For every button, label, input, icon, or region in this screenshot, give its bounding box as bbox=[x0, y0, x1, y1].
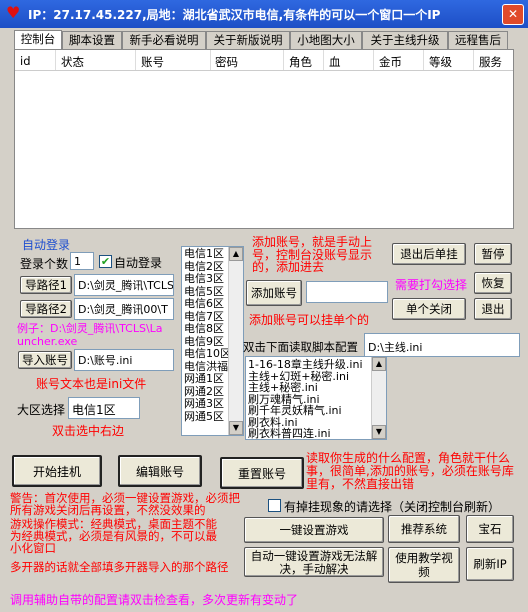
read-config-note: 双击下面读取脚本配置 bbox=[243, 340, 358, 354]
tab-main-quest[interactable]: 关于主线升级 bbox=[362, 31, 448, 49]
region-hint: 双击选中右边 bbox=[52, 424, 125, 438]
server-list-scrollbar[interactable]: ▲ ▼ bbox=[228, 247, 243, 435]
need-check-note: 需要打勾选择 bbox=[395, 278, 468, 292]
app-heart-icon: ♥ bbox=[6, 3, 21, 22]
read-config-explanation: 读取你生成的什么配置，角色就干什么事，很简单,添加的账号，必须在账号库里有，不然… bbox=[306, 451, 514, 491]
config-list-item[interactable]: 刷衣料普四连.ini bbox=[246, 428, 386, 439]
single-hang-note: 添加账号可以挂单个的 bbox=[249, 313, 370, 327]
title-bar: ♥ IP：27.17.45.227,局地：湖北省武汉市电信,有条件的可以一个窗口… bbox=[0, 0, 528, 28]
edit-accounts-button[interactable]: 编辑账号 bbox=[118, 455, 202, 487]
close-button[interactable]: ✕ bbox=[502, 4, 524, 25]
bottom-config-note: 调用辅助自带的配置请双击检查看，多次更新有变动了 bbox=[10, 593, 299, 607]
config-list-item[interactable]: 1-16-18章主线升级.ini bbox=[246, 359, 386, 371]
login-count-label: 登录个数 bbox=[20, 257, 69, 271]
auto-login-checkbox-label: 自动登录 bbox=[114, 256, 163, 270]
tab-script-settings[interactable]: 脚本设置 bbox=[62, 31, 122, 49]
one-key-setup-button[interactable]: 一键设置游戏 bbox=[244, 517, 384, 543]
config-list[interactable]: 1-16-18章主线升级.ini 主线+幻斑+秘密.ini 主线+秘密.ini 刷万魂… bbox=[245, 356, 387, 440]
manual-setup-button[interactable]: 自动一键设置游戏无法解决，手动解决 bbox=[244, 547, 384, 577]
auto-login-checkbox[interactable]: ✔ bbox=[99, 255, 112, 268]
exit-button[interactable]: 退出 bbox=[474, 298, 512, 320]
login-count-input[interactable]: 1 bbox=[70, 252, 94, 270]
pause-button[interactable]: 暂停 bbox=[474, 243, 512, 265]
multi-open-note: 多开器的话就全部填多开器导入的那个路径 bbox=[10, 560, 229, 574]
refresh-ip-button[interactable]: 刷新IP bbox=[466, 547, 514, 581]
warning-note: 警告：首次使用，必须一键设置游戏，必须把所有游戏关闭后再设置，不然没效果的 bbox=[10, 491, 240, 517]
column-header-status[interactable]: 状态 bbox=[61, 54, 84, 70]
column-header-level[interactable]: 等级 bbox=[429, 54, 452, 70]
tab-remote-support[interactable]: 远程售后 bbox=[448, 31, 508, 49]
column-header-role[interactable]: 角色 bbox=[289, 54, 312, 70]
column-header-gold[interactable]: 金币 bbox=[379, 54, 402, 70]
tab-minimap-size[interactable]: 小地图大小 bbox=[290, 31, 362, 49]
resume-button[interactable]: 恢复 bbox=[474, 272, 512, 294]
config-list-item[interactable]: 刷千年灵妖精气.ini bbox=[246, 405, 386, 417]
column-header-password[interactable]: 密码 bbox=[215, 54, 238, 70]
tab-newbie-guide[interactable]: 新手必看说明 bbox=[122, 31, 206, 49]
column-header-id[interactable]: id bbox=[20, 54, 31, 68]
path1-input[interactable]: D:\剑灵_腾讯\TCLS bbox=[74, 274, 174, 296]
path1-button[interactable]: 导路径1 bbox=[20, 276, 72, 294]
add-account-note: 添加账号，就是手动上号，控制台没账号显示的，添加进去 bbox=[252, 235, 373, 274]
hang-refresh-label: 有掉挂现象的请选择（关闭控制台刷新） bbox=[284, 500, 501, 514]
tab-new-version[interactable]: 关于新版说明 bbox=[206, 31, 290, 49]
add-account-button[interactable]: 添加账号 bbox=[246, 280, 302, 306]
scroll-down-icon[interactable]: ▼ bbox=[372, 425, 386, 439]
server-list[interactable]: 电信1区 电信2区 电信3区 电信5区 电信6区 电信7区 电信8区 电信9区 电信10区 电信洪… bbox=[181, 246, 244, 436]
account-file-note: 账号文本也是ini文件 bbox=[36, 377, 147, 391]
tutorial-video-button[interactable]: 使用教学视频 bbox=[388, 547, 460, 583]
start-hang-button[interactable]: 开始挂机 bbox=[12, 455, 102, 487]
path2-button[interactable]: 导路径2 bbox=[20, 300, 72, 318]
tab-console[interactable]: 控制台 bbox=[14, 30, 62, 50]
window-title: IP：27.17.45.227,局地：湖北省武汉市电信,有条件的可以一个窗口一个… bbox=[28, 8, 441, 22]
add-account-input[interactable] bbox=[306, 281, 388, 303]
config-list-item[interactable]: 主线+秘密.ini bbox=[246, 382, 386, 394]
single-close-button[interactable]: 单个关闭 bbox=[392, 298, 466, 320]
path-example-note: 例子：D:\剑灵_腾讯\TCLS\Launcher.exe bbox=[17, 322, 163, 348]
scroll-down-icon[interactable]: ▼ bbox=[229, 421, 243, 435]
import-accounts-input[interactable]: D:\账号.ini bbox=[74, 349, 174, 371]
account-table[interactable]: id 状态 账号 密码 角色 血 金币 等级 服务 bbox=[14, 49, 514, 229]
path2-input[interactable]: D:\剑灵_腾讯00\T bbox=[74, 298, 174, 320]
import-accounts-button[interactable]: 导入账号 bbox=[18, 351, 72, 369]
region-select-label: 大区选择 bbox=[17, 403, 66, 417]
config-path-input[interactable]: D:\主线.ini bbox=[364, 333, 520, 357]
config-list-scrollbar[interactable]: ▲ ▼ bbox=[371, 357, 386, 439]
auto-login-group-label: 自动登录 bbox=[22, 238, 71, 252]
game-mode-note: 游戏操作模式：经典模式，桌面主题不能为经典模式，必须是有风景的，不可以最小化窗口 bbox=[10, 517, 217, 555]
hang-refresh-checkbox[interactable] bbox=[268, 499, 281, 512]
reset-accounts-button[interactable]: 重置账号 bbox=[220, 457, 304, 489]
scroll-up-icon[interactable]: ▲ bbox=[229, 247, 243, 261]
logout-single-button[interactable]: 退出后单挂 bbox=[392, 243, 466, 265]
column-header-server[interactable]: 服务 bbox=[479, 54, 502, 70]
column-header-hp[interactable]: 血 bbox=[329, 54, 341, 70]
gem-button[interactable]: 宝石 bbox=[466, 515, 514, 543]
recommend-system-button[interactable]: 推荐系统 bbox=[388, 515, 460, 543]
column-header-account[interactable]: 账号 bbox=[141, 54, 164, 70]
scroll-up-icon[interactable]: ▲ bbox=[372, 357, 386, 371]
region-input[interactable]: 电信1区 bbox=[68, 397, 140, 419]
